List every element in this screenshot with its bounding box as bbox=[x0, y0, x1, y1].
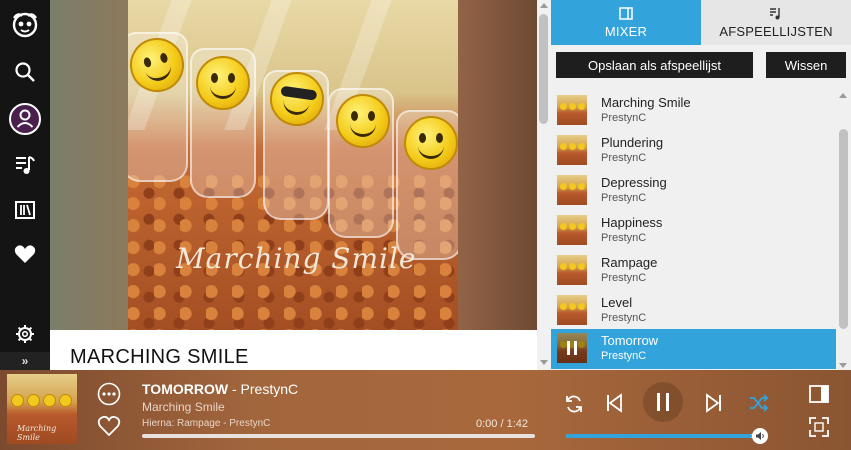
progress-bar[interactable] bbox=[142, 434, 535, 438]
hero-banner: Marching Smile bbox=[50, 0, 537, 330]
queue-list: Marching Smile PrestynC Plundering Prest… bbox=[551, 91, 836, 370]
tab-mixer-label: MIXER bbox=[604, 23, 648, 39]
playback-time: 0:00 / 1:42 bbox=[476, 418, 528, 430]
queue-item-thumbnail bbox=[557, 95, 587, 125]
queue-item-artist[interactable]: PrestynC bbox=[601, 232, 646, 244]
queue-item[interactable]: Rampage PrestynC bbox=[551, 251, 836, 291]
search-icon[interactable] bbox=[0, 50, 50, 94]
player-bar: Marching Smile TOMORROW - PrestynC March… bbox=[0, 370, 851, 450]
queue-item-title: Plundering bbox=[601, 135, 664, 150]
main-content: Marching Smile MARCHING SMILE bbox=[50, 0, 537, 370]
track-title: TOMORROW bbox=[142, 381, 229, 397]
queue-item-title: Marching Smile bbox=[601, 95, 691, 110]
queue-item-thumbnail bbox=[557, 295, 587, 325]
queue-item-title: Depressing bbox=[601, 175, 667, 190]
shuffle-icon[interactable] bbox=[749, 394, 769, 417]
queue-item-thumbnail bbox=[557, 175, 587, 205]
volume-slider[interactable] bbox=[566, 434, 760, 438]
now-playing-album[interactable]: Marching Smile bbox=[142, 400, 225, 414]
play-pause-button[interactable] bbox=[643, 382, 683, 422]
queue-item-artist[interactable]: PrestynC bbox=[601, 312, 646, 324]
mixer-actions: Opslaan als afspeellijst Wissen bbox=[551, 45, 851, 85]
tab-afspeellijsten[interactable]: AFSPEELLIJSTEN bbox=[701, 0, 851, 45]
cover-script-text: Marching Smile bbox=[176, 242, 417, 275]
queue-scrollbar-thumb[interactable] bbox=[839, 129, 848, 329]
queue-item-title: Tomorrow bbox=[601, 333, 659, 348]
album-cover-large: Marching Smile bbox=[128, 0, 458, 330]
queue-item[interactable]: Plundering PrestynC bbox=[551, 131, 836, 171]
queue-item-current[interactable]: Tomorrow PrestynC bbox=[551, 329, 836, 369]
queue-item-artist[interactable]: PrestynC bbox=[601, 272, 646, 284]
right-panel: MIXER AFSPEELLIJSTEN Opslaan als afspeel… bbox=[551, 0, 851, 370]
left-sidebar: » bbox=[0, 0, 50, 370]
next-up-label: Hierna: Rampage - PrestynC bbox=[142, 418, 271, 429]
queue-item-artist[interactable]: PrestynC bbox=[601, 350, 646, 362]
favorites-icon[interactable] bbox=[0, 232, 50, 276]
clear-button[interactable]: Wissen bbox=[766, 52, 846, 78]
now-playing-cover-text: Marching Smile bbox=[17, 424, 57, 442]
queue-scrollbar[interactable] bbox=[836, 85, 851, 370]
volume-icon[interactable] bbox=[752, 428, 768, 444]
volume-fill bbox=[566, 434, 753, 438]
sidebar-expand-button[interactable]: » bbox=[0, 352, 50, 370]
main-scrollbar-thumb[interactable] bbox=[539, 14, 548, 124]
queue-item-thumbnail bbox=[557, 255, 587, 285]
playlist-icon[interactable] bbox=[0, 143, 50, 187]
playlists-icon bbox=[770, 7, 780, 19]
fullscreen-icon[interactable] bbox=[808, 416, 830, 443]
pause-icon[interactable] bbox=[557, 333, 587, 363]
title-separator: - bbox=[228, 381, 241, 397]
library-icon[interactable] bbox=[0, 188, 50, 232]
panel-toggle-icon[interactable] bbox=[808, 384, 830, 409]
queue-item-title: Level bbox=[601, 295, 633, 310]
save-as-playlist-button[interactable]: Opslaan als afspeellijst bbox=[556, 52, 753, 78]
track-artist[interactable]: PrestynC bbox=[241, 381, 299, 397]
queue-item[interactable]: Happiness PrestynC bbox=[551, 211, 836, 251]
main-scrollbar[interactable] bbox=[537, 0, 551, 370]
mixer-icon bbox=[619, 6, 633, 20]
next-track-icon[interactable] bbox=[704, 393, 724, 418]
now-playing-title: TOMORROW - PrestynC bbox=[142, 381, 298, 397]
now-playing-cover[interactable]: Marching Smile bbox=[7, 374, 77, 444]
queue-item-artist[interactable]: PrestynC bbox=[601, 112, 646, 124]
napster-logo-icon[interactable] bbox=[0, 2, 50, 46]
gear-icon[interactable] bbox=[0, 312, 50, 356]
queue-item-artist[interactable]: PrestynC bbox=[601, 192, 646, 204]
profile-icon[interactable] bbox=[0, 97, 50, 141]
panel-tabs: MIXER AFSPEELLIJSTEN bbox=[551, 0, 851, 45]
queue-item-thumbnail bbox=[557, 135, 587, 165]
more-options-icon[interactable] bbox=[97, 382, 121, 411]
page-title: MARCHING SMILE bbox=[70, 346, 249, 368]
heart-icon[interactable] bbox=[97, 415, 121, 442]
tab-afspeellijsten-label: AFSPEELLIJSTEN bbox=[719, 23, 833, 39]
queue-item[interactable]: Level PrestynC bbox=[551, 291, 836, 331]
tab-mixer[interactable]: MIXER bbox=[551, 0, 701, 45]
previous-track-icon[interactable] bbox=[604, 393, 624, 418]
queue-item-thumbnail bbox=[557, 215, 587, 245]
queue-item[interactable]: Depressing PrestynC bbox=[551, 171, 836, 211]
queue-item[interactable]: Marching Smile PrestynC bbox=[551, 91, 836, 131]
repeat-icon[interactable] bbox=[564, 394, 584, 419]
queue-item-artist[interactable]: PrestynC bbox=[601, 152, 646, 164]
queue-item-title: Happiness bbox=[601, 215, 663, 230]
queue-item-title: Rampage bbox=[601, 255, 658, 270]
